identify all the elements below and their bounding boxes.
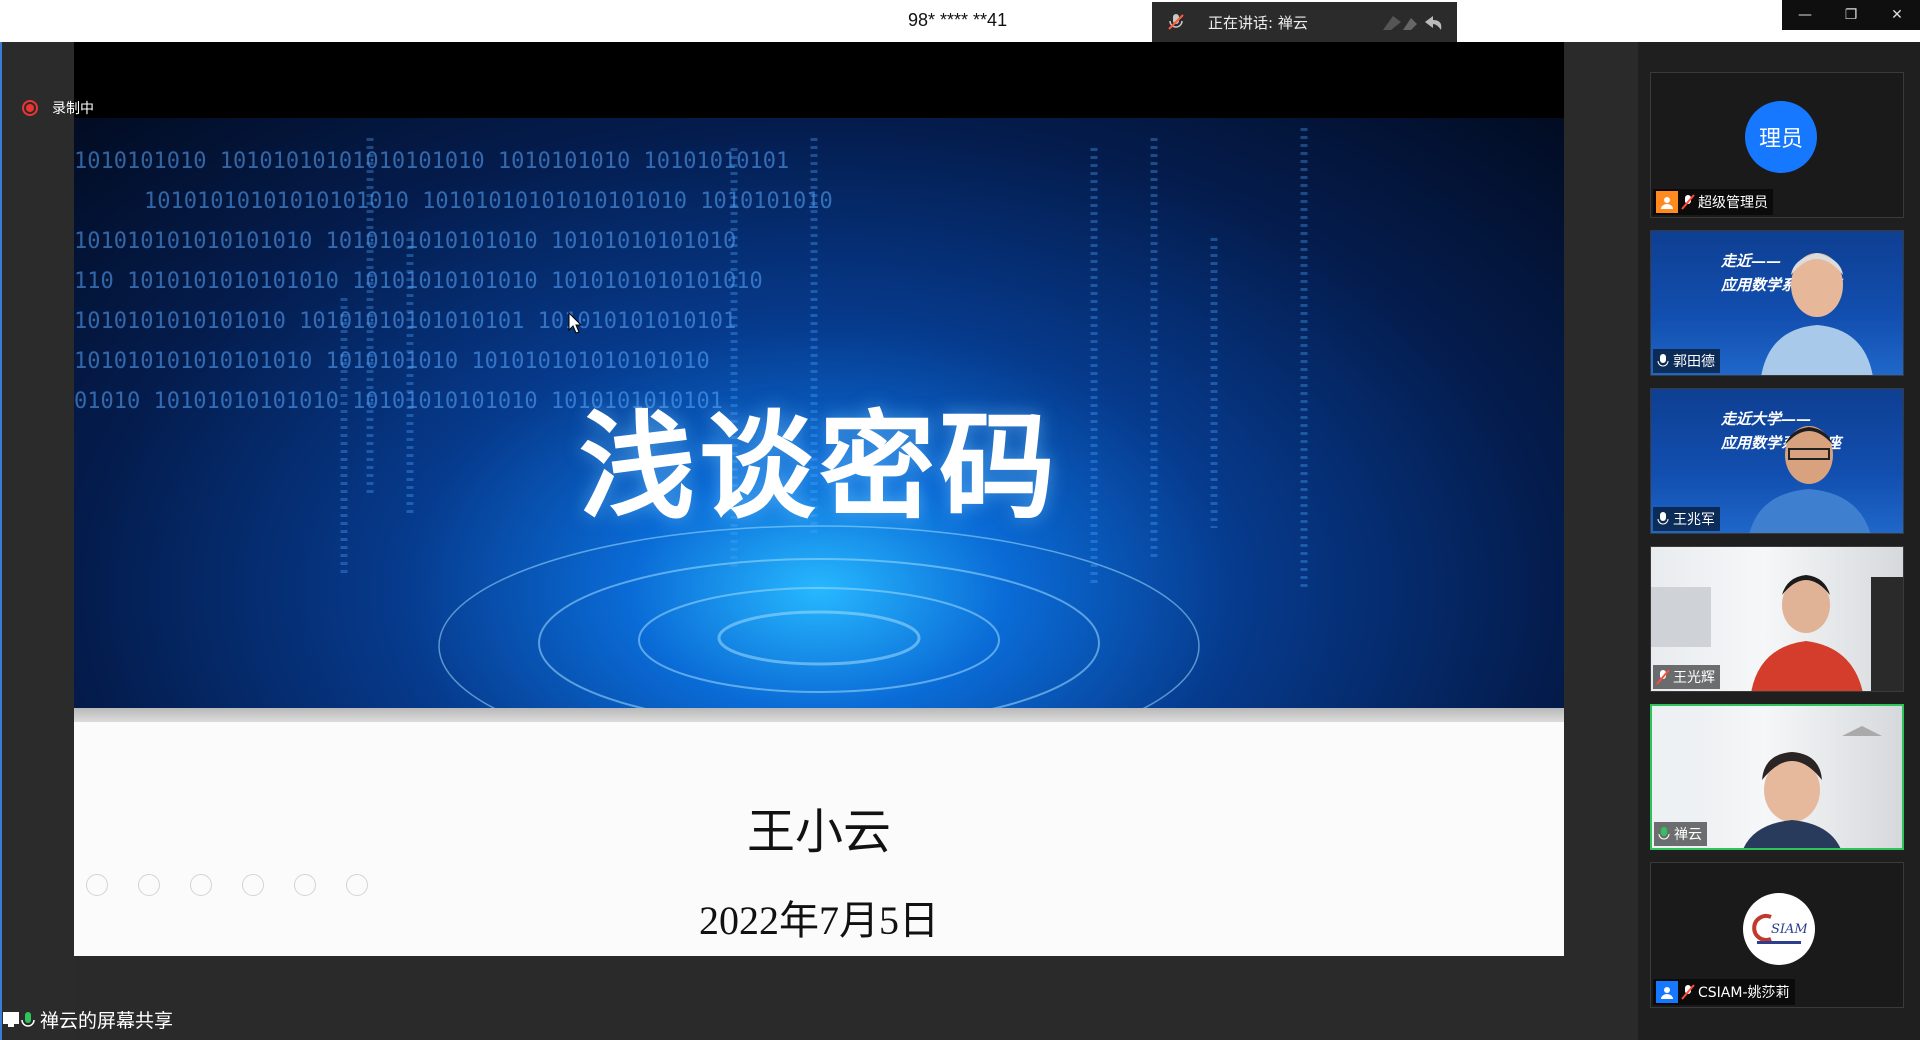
prev-slide-icon[interactable] [86, 874, 108, 896]
speaking-indicator: 正在讲话: 禅云 [1152, 2, 1457, 42]
participant-name-tag: 禅云 [1654, 822, 1707, 846]
user-icon [1656, 981, 1678, 1003]
svg-text:101010101010101010 10101010101: 101010101010101010 1010101010101010 1010… [74, 229, 736, 254]
muted-mic-icon [1681, 984, 1695, 1000]
svg-text:1010101010101010 1010101010101: 1010101010101010 10101010101010101 10101… [74, 309, 736, 334]
svg-text:101010101010101010 1010101010: 101010101010101010 1010101010 1010101010… [74, 349, 710, 374]
slide-title: 浅谈密码 [579, 400, 1059, 535]
svg-text:1010101010 1010101010101010101: 1010101010 10101010101010101010 10101010… [74, 149, 789, 174]
participant-sidebar: 理员 超级管理员 走近—— 应用数学系普讲座 郭田德 走近大学—— 应用数学系普… [1638, 42, 1920, 1040]
participant-name: 王兆军 [1673, 512, 1715, 528]
record-icon [22, 100, 38, 116]
participant-name-tag: 郭田德 [1653, 349, 1720, 373]
participant-tile[interactable]: 王光辉 [1650, 546, 1904, 692]
participant-video-person [1761, 253, 1873, 375]
participant-name: 禅云 [1674, 827, 1702, 843]
screen-share-label: 禅云的屏幕共享 [2, 1006, 173, 1033]
participant-name-tag: 王兆军 [1653, 507, 1720, 531]
user-icon [1656, 191, 1678, 213]
slide-footer: 王小云 2022年7月5日 [74, 722, 1564, 956]
participant-video-person [1749, 426, 1871, 533]
mic-icon [1657, 354, 1669, 367]
minimize-button[interactable]: — [1782, 0, 1828, 30]
screen-share-icon [3, 1011, 35, 1027]
top-bar: 98* **** **41 正在讲话: 禅云 [0, 0, 1920, 42]
svg-text:110 1010101010101010 101010101: 110 1010101010101010 10101010101010 1010… [74, 269, 763, 294]
pen-icon[interactable] [190, 874, 212, 896]
mic-icon [1657, 512, 1669, 525]
muted-mic-icon [1681, 194, 1695, 210]
svg-text:SIAM: SIAM [1771, 922, 1807, 937]
speaker-controls-icon[interactable] [1375, 12, 1445, 32]
participant-name: 王光辉 [1673, 670, 1715, 686]
participant-tile[interactable]: 走近—— 应用数学系普讲座 郭田德 [1650, 230, 1904, 376]
recording-indicator: 录制中 [22, 98, 94, 118]
csiam-logo: SIAM [1743, 893, 1815, 965]
window-controls: — ❐ ✕ [1782, 0, 1920, 30]
restore-button[interactable]: ❐ [1828, 0, 1874, 30]
more-icon[interactable] [346, 874, 368, 896]
slide-date: 2022年7月5日 [699, 898, 939, 943]
slide-author: 王小云 [746, 804, 891, 860]
slide-toolbar [86, 874, 368, 896]
participant-tile[interactable]: SIAM CSIAM-姚莎莉 [1650, 862, 1904, 1008]
slide-divider [74, 708, 1564, 722]
mouse-cursor-icon [568, 312, 582, 334]
close-button[interactable]: ✕ [1874, 0, 1920, 30]
shared-slide: 1010101010 10101010101010101010 10101010… [74, 42, 1564, 956]
next-slide-icon[interactable] [138, 874, 160, 896]
muted-mic-icon [1168, 14, 1184, 30]
speaking-label: 正在讲话: 禅云 [1208, 14, 1308, 32]
participant-tile[interactable]: 理员 超级管理员 [1650, 72, 1904, 218]
svg-text:10101010101010101010 101010101: 10101010101010101010 1010101010101010101… [144, 189, 833, 214]
avatar: 理员 [1745, 101, 1817, 173]
csiam-logo-art: SIAM [1752, 914, 1807, 944]
participant-tile[interactable]: 走近大学—— 应用数学系普讲座 王兆军 [1650, 388, 1904, 534]
stage-left-margin [0, 42, 74, 1040]
muted-mic-icon [1656, 669, 1670, 685]
participant-name: CSIAM-姚莎莉 [1698, 985, 1790, 1001]
participant-name-tag: 王光辉 [1653, 665, 1720, 689]
stage-right-margin [1564, 42, 1638, 1040]
participant-name-tag: 超级管理员 [1653, 189, 1773, 215]
participant-name: 郭田德 [1673, 354, 1715, 370]
participant-name: 超级管理员 [1698, 195, 1768, 211]
share-label-text: 禅云的屏幕共享 [40, 1010, 174, 1032]
recording-label: 录制中 [52, 101, 94, 117]
meeting-id: 98* **** **41 [908, 10, 1008, 30]
participant-name-tag: CSIAM-姚莎莉 [1653, 979, 1795, 1005]
active-mic-icon [1658, 827, 1670, 840]
slide-hero-image: 1010101010 10101010101010101010 10101010… [74, 118, 1564, 708]
slides-icon[interactable] [242, 874, 264, 896]
participant-tile-active-speaker[interactable]: 禅云 [1650, 704, 1904, 850]
zoom-icon[interactable] [294, 874, 316, 896]
